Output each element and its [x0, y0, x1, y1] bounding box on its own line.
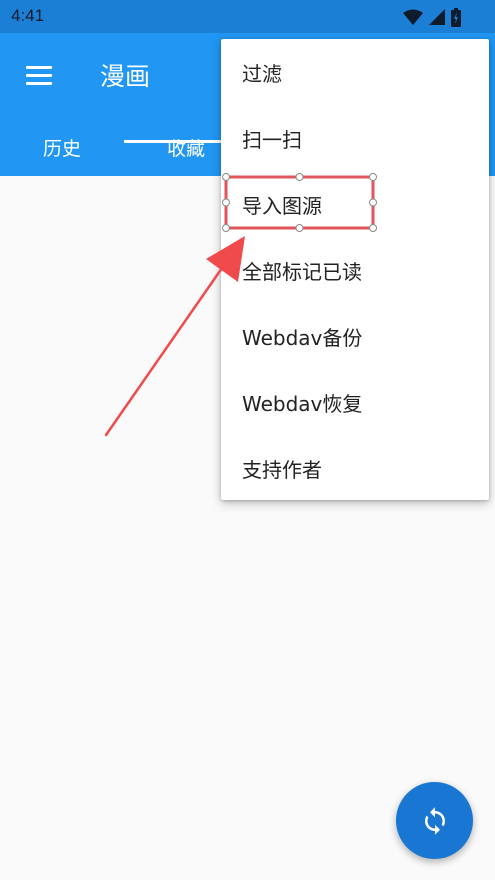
page-title: 漫画	[100, 62, 151, 91]
status-bar: 4:41	[0, 0, 495, 33]
wifi-icon	[403, 9, 423, 25]
menu-item-mark-all-read[interactable]: 全部标记已读	[221, 237, 489, 303]
menu-item-webdav-restore[interactable]: Webdav恢复	[221, 369, 489, 435]
hamburger-menu-icon[interactable]	[16, 53, 60, 97]
signal-icon	[429, 9, 445, 25]
menu-item-scan[interactable]: 扫一扫	[221, 105, 489, 171]
tab-history[interactable]: 历史	[0, 119, 124, 176]
sync-icon	[424, 806, 445, 835]
status-icons	[403, 7, 461, 27]
sync-fab[interactable]	[396, 782, 473, 859]
tab-indicator	[124, 140, 224, 143]
menu-item-support-author[interactable]: 支持作者	[221, 435, 489, 501]
menu-item-webdav-backup[interactable]: Webdav备份	[221, 303, 489, 369]
menu-item-filter[interactable]: 过滤	[221, 39, 489, 105]
battery-charging-icon	[451, 7, 461, 27]
status-time: 4:41	[11, 6, 45, 25]
menu-item-import-source[interactable]: 导入图源	[221, 171, 489, 237]
overflow-popup-menu: 过滤 扫一扫 导入图源 全部标记已读 Webdav备份 Webdav恢复 支持作…	[221, 39, 489, 500]
